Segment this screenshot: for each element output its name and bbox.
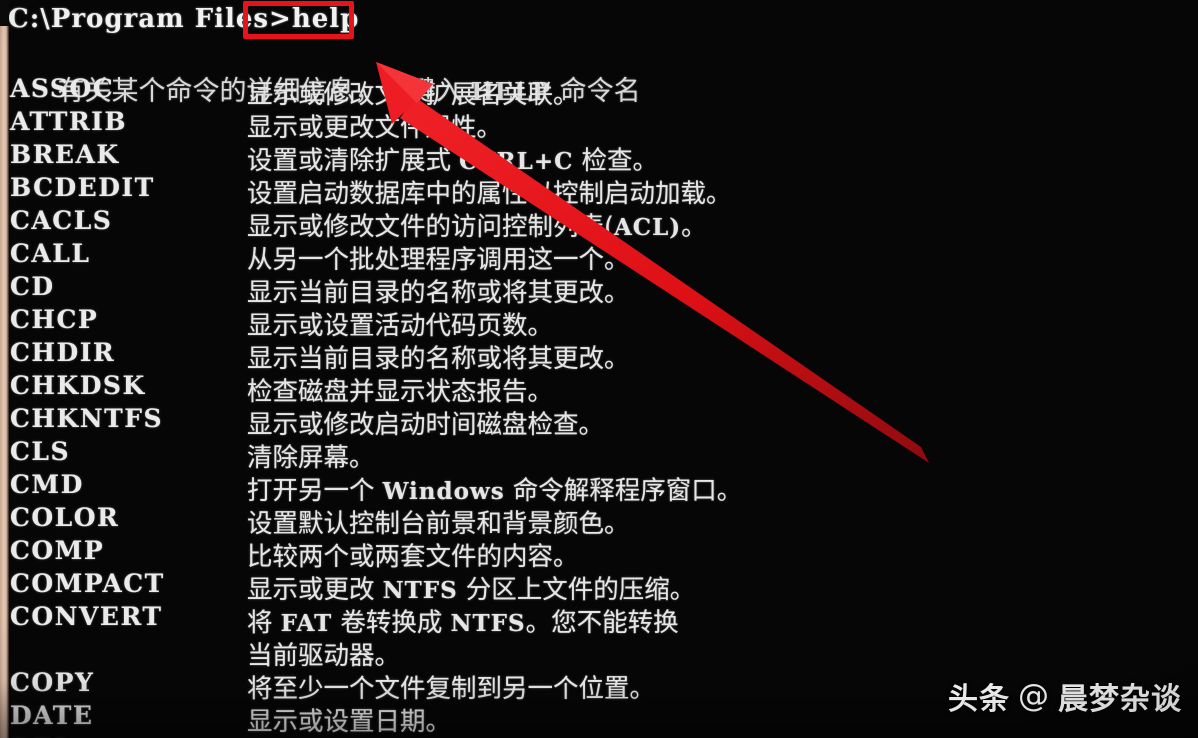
command-description: 清除屏幕。: [247, 443, 375, 473]
command-description: 显示或修改文件扩展名关联。: [247, 80, 579, 110]
command-description: 比较两个或两套文件的内容。: [247, 542, 579, 572]
command-description: 显示当前目录的名称或将其更改。: [247, 344, 630, 374]
command-description: 将 FAT 卷转换成 NTFS。您不能转换: [247, 608, 679, 638]
highlight-rectangle-help: [243, 1, 354, 39]
command-description: 当前驱动器。: [247, 641, 401, 671]
watermark-at-symbol: @: [1018, 678, 1050, 714]
command-description: 显示或设置活动代码页数。: [247, 311, 554, 341]
command-description: 检查磁盘并显示状态报告。: [247, 377, 554, 407]
command-description: 显示或修改启动时间磁盘检查。: [247, 410, 605, 440]
command-description: 设置默认控制台前景和背景颜色。: [247, 509, 630, 539]
cmd-console-screenshot: C:\Program Files>help 有关某个命令的详细信息，请键入 HE…: [0, 0, 1198, 738]
command-description: 设置或清除扩展式 CTRL+C 检查。: [247, 146, 659, 176]
command-description: 删除至少一个文件。: [247, 734, 1198, 738]
command-description: 显示或更改文件属性。: [247, 113, 503, 143]
watermark-author: 晨梦杂谈: [1058, 682, 1182, 717]
command-description: 设置启动数据库中的属性以控制启动加载。: [247, 179, 732, 209]
command-description: 显示当前目录的名称或将其更改。: [247, 278, 630, 308]
watermark-platform: 头条: [948, 682, 1010, 717]
command-description: 从另一个批处理程序调用这一个。: [247, 245, 630, 275]
terminal-output: C:\Program Files>help 有关某个命令的详细信息，请键入 HE…: [0, 0, 1198, 738]
photo-edge-strip: [0, 26, 9, 738]
watermark: 头条 @ 晨梦杂谈: [948, 674, 1182, 718]
command-description: 显示或修改文件的访问控制列表(ACL)。: [247, 212, 707, 242]
command-description: 打开另一个 Windows 命令解释程序窗口。: [247, 476, 743, 506]
command-description: 显示或更改 NTFS 分区上文件的压缩。: [247, 575, 696, 605]
photo-edge-top: [0, 0, 9, 26]
